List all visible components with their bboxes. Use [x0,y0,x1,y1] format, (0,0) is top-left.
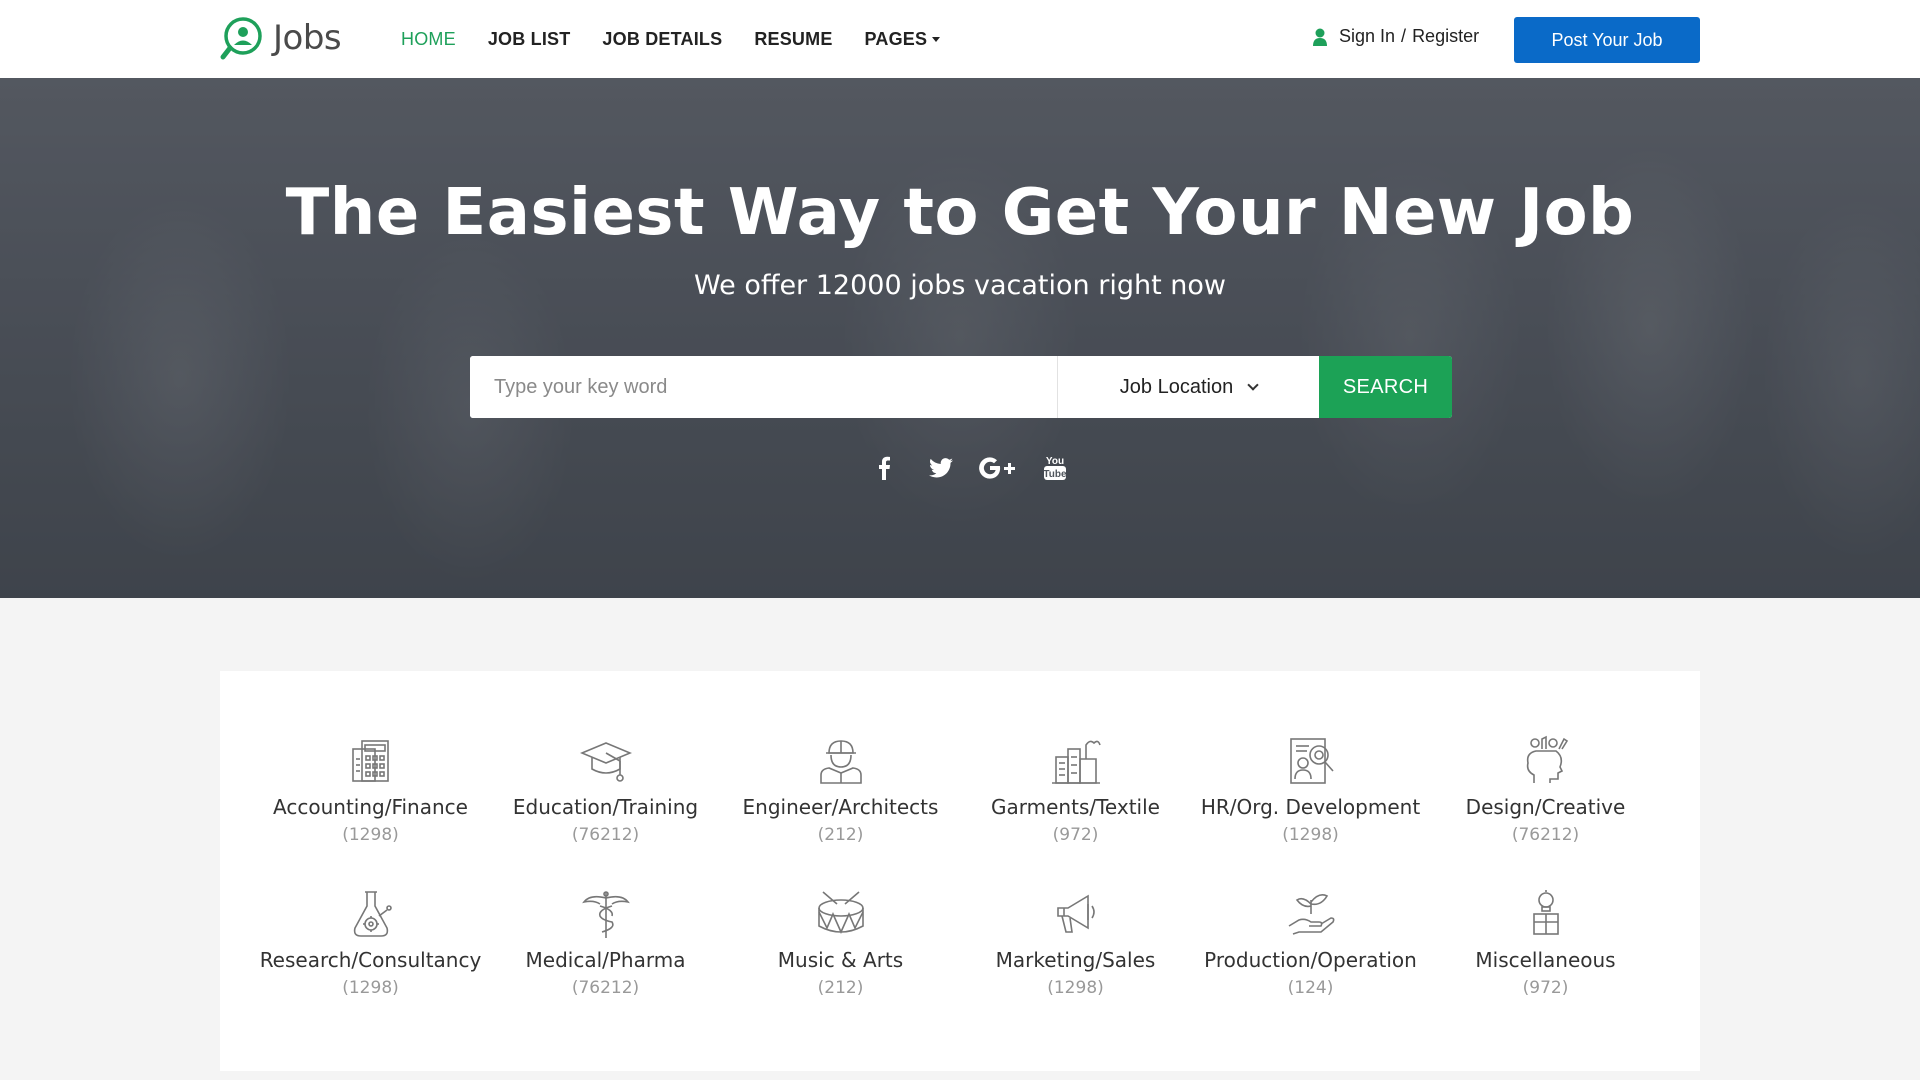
category-name: Education/Training [512,795,699,819]
user-icon [1313,28,1327,46]
calculator-icon [351,740,389,782]
category-accounting-finance[interactable]: Accounting/Finance (1298) [253,735,488,845]
chevron-down-icon [1247,378,1259,391]
category-count: (76212) [571,978,640,998]
nav-pages-dropdown[interactable]: PAGES [865,29,941,50]
job-search-bar: Job Location SEARCH [470,356,1452,418]
social-links: You Tube [855,453,1083,483]
facebook-icon[interactable] [855,453,912,483]
research-flask-icon [353,891,392,937]
logo-search-person-icon [220,17,262,60]
svg-text:You: You [1045,456,1063,467]
category-count: (1298) [342,978,399,998]
site-logo[interactable]: Jobs [219,15,342,61]
category-count: (972) [1052,825,1099,845]
hr-icon [1289,738,1334,784]
category-music-arts[interactable]: Music & Arts (212) [723,888,958,998]
hero-overlay [0,78,1920,598]
creative-head-icon [1526,735,1568,783]
category-name: Medical/Pharma [525,948,686,972]
category-medical-pharma[interactable]: Medical/Pharma (76212) [488,888,723,998]
category-education-training[interactable]: Education/Training (76212) [488,735,723,845]
category-name: Accounting/Finance [273,795,468,819]
nav-pages-label: PAGES [864,28,928,49]
job-categories-panel: Accounting/Finance (1298) Education/Trai… [220,671,1700,1071]
auth-links: Sign In / Register [1313,26,1479,47]
auth-separator: / [1401,26,1407,46]
category-name: HR/Org. Development [1200,795,1421,819]
caret-down-icon [932,36,941,42]
category-miscellaneous[interactable]: Miscellaneous (972) [1428,888,1663,998]
hero-banner: The Easiest Way to Get Your New Job We o… [0,78,1920,598]
category-production-operation[interactable]: Production/Operation (124) [1193,888,1428,998]
category-engineer-architects[interactable]: Engineer/Architects (212) [723,735,958,845]
hero-title: The Easiest Way to Get Your New Job [285,176,1635,250]
nav-resume[interactable]: RESUME [754,29,832,50]
plant-hand-icon [1288,894,1334,935]
category-name: Miscellaneous [1475,948,1616,972]
svg-text:Tube: Tube [1043,469,1067,480]
megaphone-icon [1056,894,1095,933]
category-name: Music & Arts [777,948,904,972]
category-count: (212) [817,978,864,998]
main-nav: HOME JOB LIST JOB DETAILS RESUME PAGES [401,0,972,78]
youtube-icon[interactable]: You Tube [1026,453,1083,483]
category-name: Production/Operation [1204,948,1417,972]
keyword-search-input[interactable] [470,356,1058,418]
factory-icon [1051,740,1101,784]
post-job-button[interactable]: Post Your Job [1514,17,1700,63]
category-hr-org-development[interactable]: HR/Org. Development (1298) [1193,735,1428,845]
sign-in-link[interactable]: Sign In [1339,26,1395,47]
category-name: Garments/Textile [991,795,1160,819]
category-marketing-sales[interactable]: Marketing/Sales (1298) [958,888,1193,998]
category-name: Engineer/Architects [742,795,939,819]
search-button[interactable]: SEARCH [1319,356,1452,418]
job-location-label: Job Location [1119,375,1234,398]
register-link[interactable]: Register [1412,26,1479,47]
nav-job-list[interactable]: JOB LIST [488,29,571,50]
category-count: (1298) [1047,978,1104,998]
hero-subtitle: We offer 12000 jobs vacation right now [694,270,1226,301]
category-count: (1298) [1282,825,1339,845]
category-design-creative[interactable]: Design/Creative (76212) [1428,735,1663,845]
category-count: (76212) [571,825,640,845]
job-location-select[interactable]: Job Location [1058,356,1319,418]
drum-icon [817,891,864,934]
bulb-icon [1532,890,1559,935]
top-navbar: Jobs HOME JOB LIST JOB DETAILS RESUME PA… [0,0,1920,78]
twitter-icon[interactable] [912,453,969,483]
engineer-icon [819,740,862,784]
google-plus-icon[interactable] [969,453,1026,483]
category-count: (212) [817,825,864,845]
category-count: (124) [1287,978,1334,998]
category-garments-textile[interactable]: Garments/Textile (972) [958,735,1193,845]
caduceus-icon [581,891,630,938]
category-research-consultancy[interactable]: Research/Consultancy (1298) [253,888,488,998]
category-count: (1298) [342,825,399,845]
category-name: Design/Creative [1465,795,1626,819]
category-name: Marketing/Sales [995,948,1156,972]
category-count: (76212) [1511,825,1580,845]
nav-job-details[interactable]: JOB DETAILS [602,29,722,50]
category-name: Research/Consultancy [259,948,482,972]
logo-text: Jobs [273,18,342,58]
category-count: (972) [1522,978,1569,998]
nav-home[interactable]: HOME [401,29,456,50]
graduation-cap-icon [579,742,632,782]
